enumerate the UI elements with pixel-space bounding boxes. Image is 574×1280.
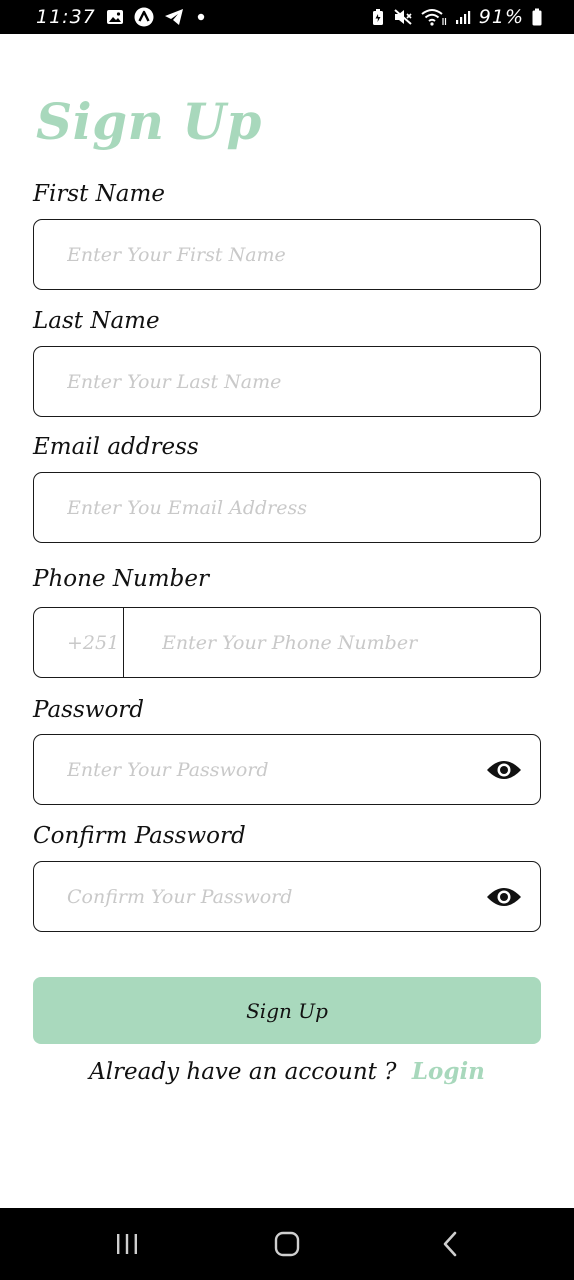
image-icon: [106, 9, 124, 25]
status-left: 11:37: [36, 0, 208, 34]
login-row: Already have an account ? Login: [0, 1058, 574, 1085]
app-icon: [134, 7, 154, 27]
last-name-label: Last Name: [33, 308, 160, 334]
signal-icon: [455, 9, 471, 25]
phone-label: Phone Number: [33, 566, 209, 592]
status-right: 91%: [371, 0, 542, 34]
status-bar: 11:37 91%: [0, 0, 574, 34]
recent-apps-icon[interactable]: [87, 1208, 167, 1280]
telegram-icon: [164, 8, 184, 26]
dot-icon: [194, 12, 208, 22]
phone-input-wrapper: [124, 608, 540, 677]
email-field[interactable]: [33, 472, 541, 543]
first-name-field[interactable]: [33, 219, 541, 290]
last-name-field[interactable]: [33, 346, 541, 417]
sign-up-button[interactable]: Sign Up: [33, 977, 541, 1044]
home-icon[interactable]: [247, 1208, 327, 1280]
confirm-password-input[interactable]: [34, 862, 540, 931]
password-field[interactable]: [33, 734, 541, 805]
login-link[interactable]: Login: [412, 1058, 485, 1085]
eye-icon[interactable]: [486, 752, 522, 788]
battery-percentage: 91%: [478, 6, 524, 28]
password-input[interactable]: [34, 735, 540, 804]
battery-icon: [532, 8, 542, 26]
navigation-bar: [0, 1208, 574, 1280]
status-time: 11:37: [36, 6, 96, 28]
phone-input[interactable]: [124, 608, 540, 677]
confirm-password-field[interactable]: [33, 861, 541, 932]
email-label: Email address: [33, 434, 199, 460]
email-input[interactable]: [34, 473, 540, 542]
eye-icon[interactable]: [486, 879, 522, 915]
back-icon[interactable]: [410, 1208, 490, 1280]
wifi-icon: [421, 8, 447, 26]
first-name-label: First Name: [33, 181, 165, 207]
battery-saver-icon: [371, 8, 385, 26]
page-title: Sign Up: [36, 92, 262, 151]
phone-country-code[interactable]: +251: [34, 608, 124, 677]
login-prompt: Already have an account ?: [89, 1059, 397, 1085]
phone-field: +251: [33, 607, 541, 678]
confirm-password-label: Confirm Password: [33, 823, 246, 849]
mute-icon: [393, 8, 413, 26]
last-name-input[interactable]: [34, 347, 540, 416]
password-label: Password: [33, 697, 145, 723]
first-name-input[interactable]: [34, 220, 540, 289]
